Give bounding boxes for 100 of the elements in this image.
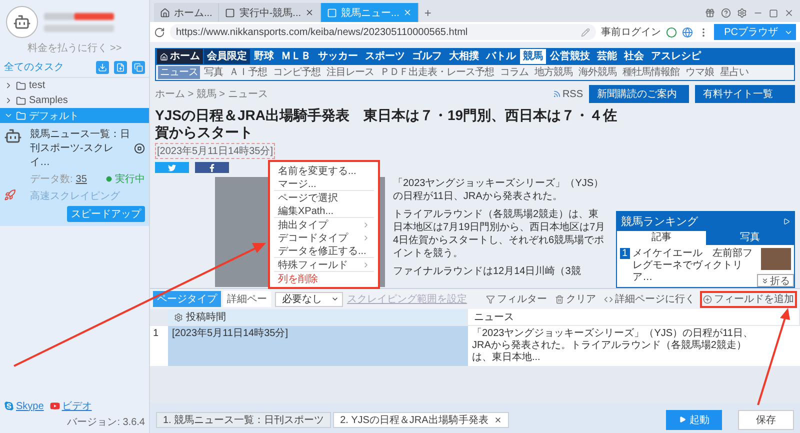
menu-item[interactable]: 編集XPath...	[274, 204, 374, 217]
pencil-icon	[581, 28, 590, 36]
nav-link[interactable]: ゴルフ	[409, 49, 445, 64]
ranking-link[interactable]: メイケイエール 左前部フレグモーネでヴィクトリア…	[632, 248, 758, 284]
browser-tab[interactable]: 実行中-競馬...	[219, 3, 322, 22]
promo-link[interactable]: 有料サイト一覧	[695, 85, 795, 103]
menu-item[interactable]: 特殊フィールド	[274, 258, 374, 271]
page-type-tab[interactable]: ページタイプ	[153, 291, 221, 307]
gift-icon[interactable]	[705, 8, 715, 18]
nav-link[interactable]: 社会	[621, 49, 647, 64]
nav-link[interactable]: ＭＬＢ	[278, 49, 314, 64]
rss-icon	[553, 90, 562, 98]
browser-tab[interactable]: 競馬ニュー...	[321, 3, 420, 22]
collapse-button[interactable]: 折る	[757, 274, 794, 287]
globe-icon[interactable]	[682, 26, 694, 38]
folder-row[interactable]: デフォルト	[0, 108, 149, 123]
nav-link[interactable]: スポーツ	[362, 49, 408, 64]
nav-link[interactable]: 会員限定	[204, 49, 250, 64]
nav-link[interactable]: バトル	[483, 49, 519, 64]
close-icon[interactable]	[784, 8, 794, 18]
row-number: 1	[150, 325, 168, 366]
nav-link[interactable]: 野球	[251, 49, 277, 64]
nav-link[interactable]: 芸能	[594, 49, 620, 64]
page-type-tab[interactable]: 詳細ペー	[223, 291, 271, 307]
speed-up-button[interactable]: スピードアップ	[67, 206, 145, 222]
sub-nav-link[interactable]: ＰＤＦ出走表・レース予想	[378, 66, 496, 79]
nav-link[interactable]: 公営競技	[547, 49, 593, 64]
sub-nav-link[interactable]: ＡＩ予想	[227, 66, 269, 79]
sub-nav-link[interactable]: コンピ予想	[271, 66, 322, 79]
code-icon	[604, 294, 613, 304]
browser-tab[interactable]: ホーム...	[154, 3, 220, 22]
sub-nav-link[interactable]: 写真	[202, 66, 225, 79]
ranking-tab[interactable]: 写真	[706, 231, 794, 245]
nav-link[interactable]: サッカー	[315, 49, 361, 64]
select-field[interactable]: 必要なし	[275, 292, 343, 306]
close-icon[interactable]	[494, 416, 502, 424]
stop-icon[interactable]	[134, 142, 145, 154]
folder-row[interactable]: Samples	[0, 93, 149, 108]
nav-link[interactable]: ホーム	[157, 49, 203, 64]
task-card[interactable]: 競馬ニュース一覧：日刊スポーツ-スクレイ… データ数: 35 実行中 高速スクレイピング スピードアップ	[0, 123, 149, 226]
close-icon[interactable]	[305, 8, 314, 17]
rss-link[interactable]: RSS	[553, 88, 583, 100]
browser-mode-button[interactable]: PCブラウザ	[714, 24, 796, 40]
task-name: 競馬ニュース一覧：日刊スポーツ-スクレイ…	[30, 128, 131, 169]
data-count-label: データ数:	[30, 173, 73, 186]
sub-nav-link[interactable]: コラム	[498, 66, 530, 79]
reload-icon[interactable]	[154, 26, 165, 38]
url-field[interactable]: https://www.nikkansports.com/keiba/news/202305110000565.html	[170, 24, 596, 40]
status-text: 実行中	[115, 172, 145, 186]
folder-row[interactable]: test	[0, 78, 149, 93]
new-task-button[interactable]	[114, 60, 127, 74]
help-icon[interactable]	[721, 8, 731, 18]
copy-icon	[134, 62, 143, 72]
sub-nav-link[interactable]: 種牡馬情報館	[620, 66, 682, 79]
sub-nav-link[interactable]: ウマ娘	[684, 66, 716, 79]
robot-icon	[4, 127, 22, 145]
column-header[interactable]: 投稿時間	[168, 309, 468, 325]
menu-item[interactable]: データを修正する...	[274, 244, 374, 257]
toolbar-action[interactable]: フィルター	[483, 290, 550, 308]
sub-nav-link[interactable]: 地方競馬	[532, 66, 574, 79]
sub-nav-link[interactable]: 海外競馬	[576, 66, 618, 79]
mode-text: 高速スクレイピング	[30, 190, 120, 203]
maximize-icon[interactable]	[769, 8, 778, 18]
menu-item[interactable]: 名前を変更する...	[274, 164, 374, 177]
new-tab-button[interactable]: +	[419, 3, 436, 22]
caret-icon	[331, 295, 339, 303]
import-button[interactable]	[96, 60, 109, 74]
share-button[interactable]	[155, 162, 189, 173]
column-header[interactable]: ニュース	[468, 309, 800, 325]
toolbar-action[interactable]: クリア	[552, 290, 599, 308]
menu-item[interactable]: デコードタイプ	[274, 231, 374, 244]
data-count[interactable]: 35	[76, 174, 87, 184]
sub-nav-link[interactable]: 注目レース	[324, 66, 376, 79]
f-letter-icon	[208, 164, 216, 172]
bird-icon	[168, 164, 176, 172]
sub-nav-link[interactable]: ニュース	[158, 66, 200, 79]
all-tasks-title: 全てのタスク	[4, 61, 65, 74]
menu-item[interactable]: 抽出タイプ	[274, 218, 374, 231]
copy-button[interactable]	[132, 60, 145, 74]
share-button[interactable]	[195, 162, 229, 173]
circle-icon[interactable]	[666, 26, 678, 38]
step-tab[interactable]: 2. YJSの日程＆JRA出場騎手発表	[333, 412, 510, 428]
menu-item[interactable]: マージ...	[274, 177, 374, 190]
article-paragraph: ファイナルラウンドは12月14日川崎（3競	[393, 265, 582, 278]
nav-link[interactable]: アスレシピ	[648, 49, 704, 64]
toolbar-action[interactable]: 詳細ページに行く	[601, 290, 698, 308]
footer-link[interactable]: ビデオ	[50, 399, 92, 413]
footer-link[interactable]: Skype	[4, 400, 44, 412]
pre-login-link[interactable]: 事前ログイン	[601, 25, 662, 39]
menu-item[interactable]: 列を削除	[274, 272, 374, 285]
settings-icon[interactable]	[737, 8, 747, 18]
step-tab[interactable]: 1. 競馬ニュース一覧：日刊スポーツ	[156, 412, 332, 428]
promo-link[interactable]: 新聞購読のご案内	[589, 85, 689, 103]
menu-item[interactable]: ページで選択	[274, 191, 374, 204]
nav-link[interactable]: 大相撲	[446, 49, 482, 64]
sub-nav-link[interactable]: 星占い	[718, 66, 750, 79]
start-button[interactable]: 起動	[666, 410, 722, 430]
toolbar-action[interactable]: フィールドを追加	[700, 290, 797, 308]
nav-link[interactable]: 競馬	[520, 49, 546, 64]
save-button[interactable]: 保存	[738, 410, 794, 430]
